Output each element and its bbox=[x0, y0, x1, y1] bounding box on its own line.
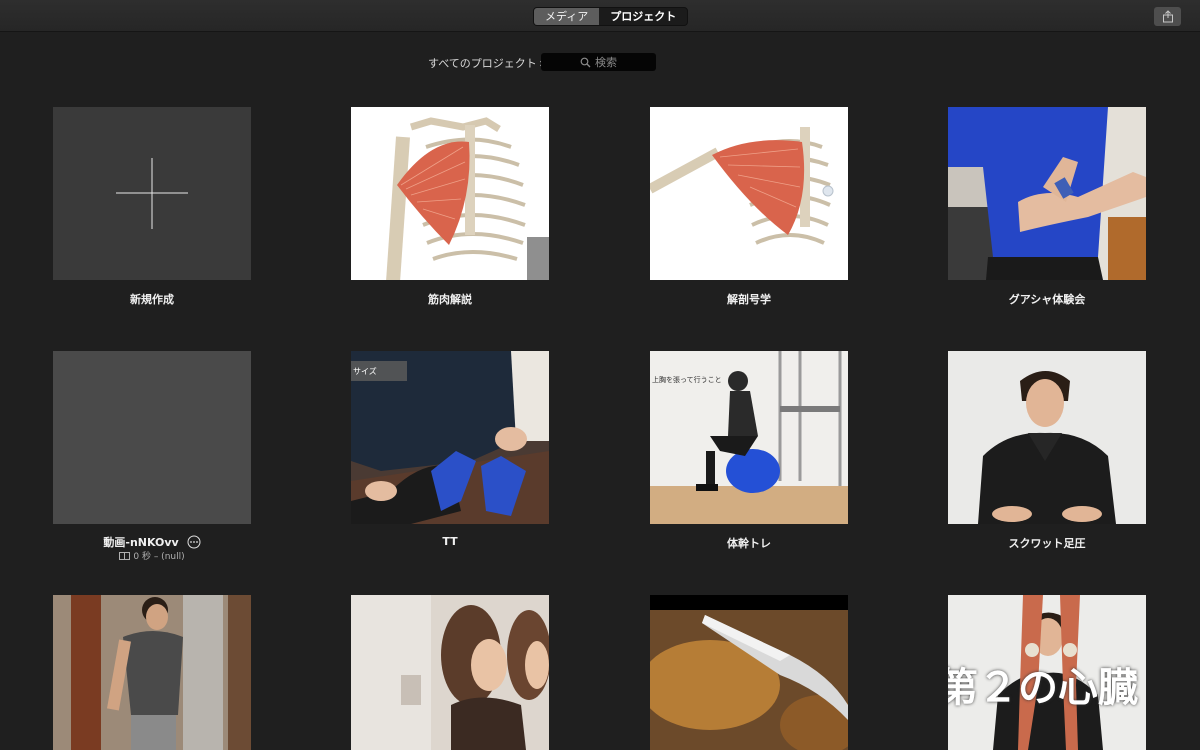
toolbar: メディア プロジェクト bbox=[0, 0, 1200, 32]
project-thumbnail[interactable] bbox=[53, 595, 251, 750]
project-label: 新規作成 bbox=[130, 293, 174, 306]
thumbnail-title-text: 第２の心臓 bbox=[948, 665, 1138, 711]
project-thumbnail[interactable]: サイズ bbox=[351, 351, 549, 524]
project-label: グアシャ体験会 bbox=[1008, 293, 1086, 306]
project-tile-new[interactable]: 新規作成 bbox=[53, 107, 251, 306]
search-placeholder: 検索 bbox=[595, 56, 617, 69]
project-meta: 0 秒 – (null) bbox=[53, 549, 251, 562]
project-thumbnail[interactable] bbox=[650, 107, 848, 280]
project-duration: 0 秒 – (null) bbox=[133, 552, 185, 562]
project-label: スクワット足圧 bbox=[1008, 537, 1086, 550]
project-thumbnail[interactable] bbox=[650, 595, 848, 750]
project-tile[interactable]: 第２の心臓 bbox=[948, 595, 1146, 750]
search-icon bbox=[580, 57, 591, 67]
thumbnail-caption: 上胸を張って行うこと bbox=[652, 376, 722, 384]
portrait-thumbnail-image bbox=[351, 595, 549, 750]
project-thumbnail[interactable] bbox=[948, 107, 1146, 280]
project-tile[interactable]: サイズ TT bbox=[351, 351, 549, 548]
anatomy-thumbnail-image bbox=[351, 107, 549, 280]
presenter-thumbnail-image bbox=[948, 351, 1146, 524]
search-field[interactable]: 検索 bbox=[541, 53, 656, 71]
project-tile[interactable] bbox=[53, 595, 251, 750]
project-thumbnail[interactable]: 第２の心臓 bbox=[948, 595, 1146, 750]
project-tile[interactable]: グアシャ体験会 bbox=[948, 107, 1146, 306]
project-thumbnail[interactable] bbox=[948, 351, 1146, 524]
foot-exercise-thumbnail-image bbox=[351, 351, 549, 524]
project-thumbnail[interactable]: 上胸を張って行うこと bbox=[650, 351, 848, 524]
project-tile[interactable]: 動画-nNKOvv 0 秒 – (null) bbox=[53, 351, 251, 562]
project-label: 解剖号学 bbox=[727, 293, 771, 306]
project-tile[interactable]: 上胸を張って行うこと 体幹トレ bbox=[650, 351, 848, 550]
project-filter-select[interactable]: すべてのプロジェクト bbox=[428, 55, 547, 71]
project-thumbnail[interactable] bbox=[53, 351, 251, 524]
project-tile[interactable] bbox=[650, 595, 848, 750]
knife-thumbnail-image bbox=[650, 595, 848, 750]
project-filter-label: すべてのプロジェクト bbox=[428, 57, 537, 70]
project-tile[interactable]: 解剖号学 bbox=[650, 107, 848, 306]
plus-icon bbox=[116, 158, 188, 229]
tab-projects[interactable]: プロジェクト bbox=[599, 8, 688, 25]
filter-row: すべてのプロジェクト 検索 bbox=[0, 52, 1200, 72]
project-label: TT bbox=[442, 535, 458, 548]
thumbnail-caption: サイズ bbox=[353, 367, 377, 376]
view-switcher: メディア プロジェクト bbox=[533, 7, 689, 26]
project-title: 動画-nNKOvv bbox=[103, 536, 179, 549]
project-label: 体幹トレ bbox=[727, 537, 771, 550]
project-label: 動画-nNKOvv bbox=[53, 534, 251, 550]
project-tile[interactable]: スクワット足圧 bbox=[948, 351, 1146, 550]
gym-photo-thumbnail-image bbox=[948, 107, 1146, 280]
project-thumbnail[interactable] bbox=[351, 595, 549, 750]
anatomy-thumbnail-image bbox=[650, 107, 848, 280]
tab-media[interactable]: メディア bbox=[534, 8, 600, 25]
project-thumbnail[interactable] bbox=[351, 107, 549, 280]
new-project-thumbnail[interactable] bbox=[53, 107, 251, 280]
share-button[interactable] bbox=[1154, 7, 1181, 26]
clip-icon bbox=[119, 552, 131, 560]
project-tile[interactable]: 筋肉解説 bbox=[351, 107, 549, 306]
project-tile[interactable] bbox=[351, 595, 549, 750]
project-label: 筋肉解説 bbox=[428, 293, 472, 306]
gym-trainer-thumbnail-image bbox=[53, 595, 251, 750]
share-icon bbox=[1162, 10, 1173, 23]
more-options-icon[interactable] bbox=[187, 535, 201, 549]
